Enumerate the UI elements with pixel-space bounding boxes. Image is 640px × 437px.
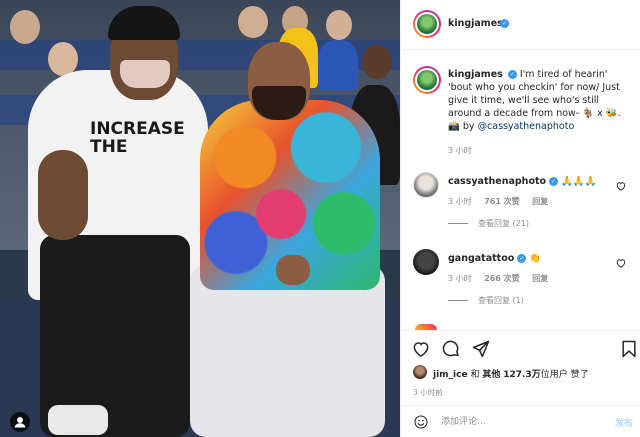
comment-content: 👏 [529,253,542,264]
verified-badge-icon: ✓ [517,254,527,263]
share-icon[interactable] [471,339,491,359]
post-details-panel: kingjames ✓ kingjames ✓ I'm tired of hear… [400,0,640,437]
bookmark-icon[interactable] [619,339,639,359]
comment-text: gangatattoo ✓ 👏 [448,253,608,264]
author-username[interactable]: kingjames [448,18,503,29]
post-comment-button[interactable]: 发布 [615,416,633,429]
view-replies-button[interactable]: 查看回复 (1) [448,295,524,306]
caption-username[interactable]: kingjames [448,69,503,80]
likes-summary[interactable]: jim_ice 和 其他 127.3万位用户 赞了 [413,365,640,381]
heart-icon[interactable] [411,339,431,359]
crowd-face [10,10,40,44]
likes-count[interactable]: 127.3万 [503,370,540,380]
crowd-face [238,6,268,38]
comment-meta: 3 小时 761 次赞 回复 [448,196,558,207]
first-liker-username[interactable]: jim_ice [433,370,468,380]
caption-time[interactable]: 3 小时 [448,145,472,156]
sneaker [48,405,108,435]
comment-time[interactable]: 3 小时 [448,274,472,283]
tagged-users-button[interactable] [10,412,30,432]
verified-badge-icon: ✓ [507,70,517,79]
likes-suffix: 位用户 赞了 [540,370,589,380]
post-actions-bar [401,330,640,366]
comment-text: cassyathenaphoto ✓ 🙏🙏🙏 [448,176,608,187]
emoji-icon[interactable] [413,414,429,430]
comment-time[interactable]: 3 小时 [448,197,472,206]
person-icon [14,417,26,428]
crowd-face [326,10,352,40]
comment-icon[interactable] [441,339,461,359]
comment-meta: 3 小时 266 次赞 回复 [448,273,558,284]
comment-avatar[interactable] [413,249,439,275]
comment-like-heart-icon[interactable] [615,180,627,192]
comment-reply-button[interactable]: 回复 [532,197,548,206]
post-photo[interactable]: INCREASE THE [0,0,400,437]
comment-likes-count[interactable]: 266 次赞 [484,274,519,283]
divider-line [448,300,468,301]
view-replies-label: 查看回复 (1) [478,296,524,305]
caption-text: kingjames ✓ I'm tired of hearin' 'bout wh… [448,68,634,133]
face-mask [120,60,170,88]
comment-like-heart-icon[interactable] [615,257,627,269]
hand [276,255,310,285]
arm [38,150,88,240]
shirt-print: INCREASE THE [90,119,185,157]
comment-likes-count[interactable]: 761 次赞 [484,197,519,206]
comment-content: 🙏🙏🙏 [561,176,597,187]
person-right [190,42,390,437]
caption-author-avatar[interactable] [413,66,441,94]
verified-badge-icon: ✓ [500,19,509,28]
likes-connector: 和 [470,370,480,380]
comment-username[interactable]: gangatattoo [448,253,514,264]
view-replies-label: 查看回复 (21) [478,219,529,228]
author-avatar[interactable] [413,10,441,38]
likes-text: jim_ice 和 其他 127.3万位用户 赞了 [433,367,589,380]
view-replies-button[interactable]: 查看回复 (21) [448,218,529,229]
post-timestamp[interactable]: 3 小时前 [413,387,443,398]
caption-mention-link[interactable]: @cassyathenaphoto [478,121,575,132]
verified-badge-icon: ✓ [549,177,559,186]
post-header: kingjames ✓ [401,0,640,50]
white-pants [190,265,385,437]
likes-others-label[interactable]: 其他 [482,370,500,380]
comment-input[interactable] [441,415,601,429]
person-left: INCREASE THE [28,6,208,437]
divider-line [448,223,468,224]
comment-avatar[interactable] [413,172,439,198]
comment-reply-button[interactable]: 回复 [532,274,548,283]
liker-avatar [413,365,427,379]
next-comment-peek [401,322,640,330]
add-comment-bar: 发布 [401,405,640,437]
comment-username[interactable]: cassyathenaphoto [448,176,546,187]
